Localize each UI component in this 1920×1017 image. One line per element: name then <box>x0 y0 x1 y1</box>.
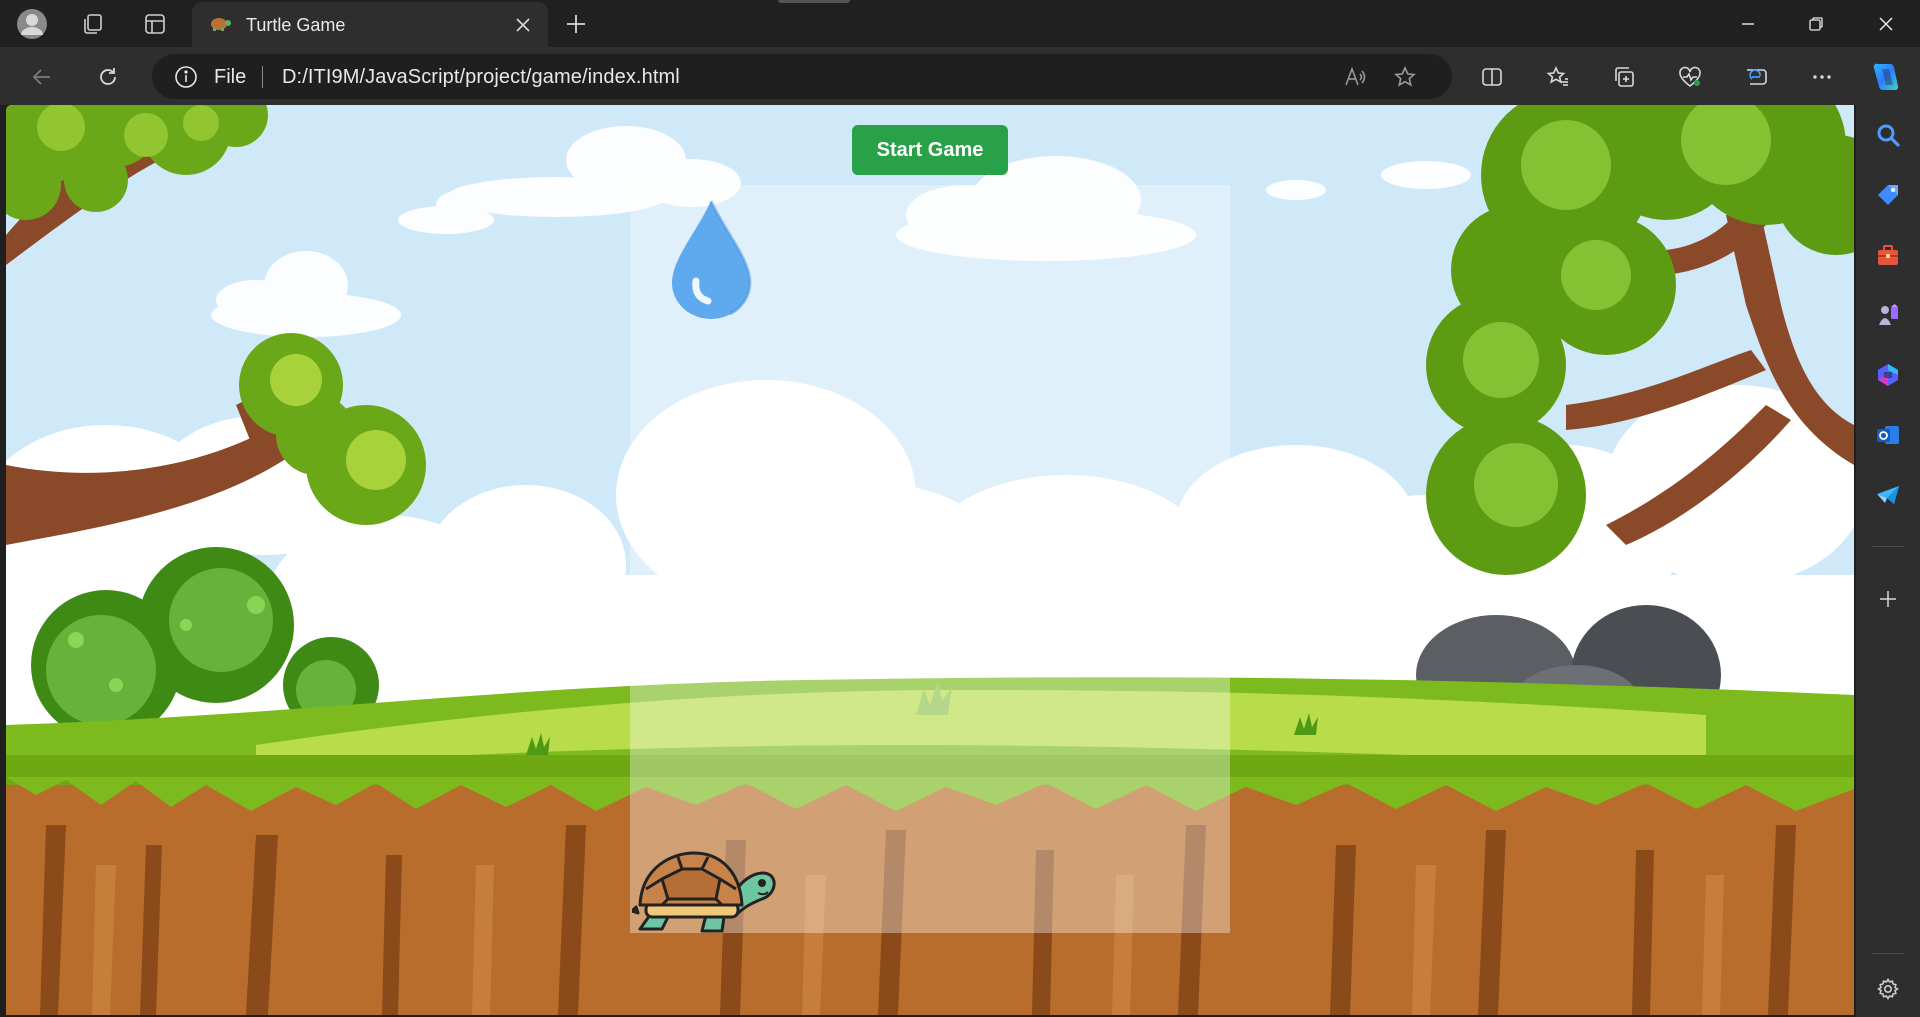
drag-handle[interactable] <box>778 0 850 3</box>
settings-icon[interactable] <box>1870 971 1906 1007</box>
address-separator <box>262 66 263 88</box>
new-tab-icon[interactable] <box>558 6 594 42</box>
browser-essentials-icon[interactable] <box>1670 57 1710 97</box>
tools-icon[interactable] <box>1870 237 1906 273</box>
performance-icon[interactable] <box>1736 57 1776 97</box>
sidebar-separator <box>1872 953 1904 954</box>
water-drop-icon <box>668 197 754 321</box>
telegram-icon[interactable] <box>1870 477 1906 513</box>
tab-turtle-game[interactable]: Turtle Game <box>192 2 548 47</box>
close-tab-icon[interactable] <box>508 10 538 40</box>
microsoft-365-icon[interactable] <box>1870 357 1906 393</box>
restore-icon[interactable] <box>1782 0 1850 47</box>
vertical-tabs-icon[interactable] <box>138 7 172 41</box>
favorite-star-icon[interactable] <box>1390 62 1420 92</box>
refresh-icon[interactable] <box>88 57 128 97</box>
page-viewport: Start Game <box>6 105 1854 1015</box>
tab-title: Turtle Game <box>246 15 346 35</box>
outlook-icon[interactable] <box>1870 417 1906 453</box>
title-bar: Turtle Game <box>0 0 1920 47</box>
split-screen-icon[interactable] <box>1472 57 1512 97</box>
more-icon[interactable] <box>1802 57 1842 97</box>
sidebar-separator <box>1872 546 1904 547</box>
game-area[interactable] <box>630 185 1230 933</box>
close-window-icon[interactable] <box>1852 0 1920 47</box>
profile-avatar-icon[interactable] <box>15 7 49 41</box>
browser-toolbar: File D:/ITI9M/JavaScript/project/game/in… <box>0 47 1920 105</box>
favorites-icon[interactable] <box>1538 57 1578 97</box>
url-scheme-label: File <box>214 66 247 88</box>
turtle-icon <box>630 849 778 935</box>
collections-icon[interactable] <box>1604 57 1644 97</box>
search-icon[interactable] <box>1870 117 1906 153</box>
collections-icon[interactable] <box>76 7 110 41</box>
minimize-icon[interactable] <box>1714 0 1782 47</box>
info-icon[interactable] <box>174 65 198 94</box>
copilot-icon[interactable] <box>1866 57 1906 97</box>
edge-sidebar <box>1856 105 1920 1017</box>
back-icon[interactable] <box>22 57 62 97</box>
read-aloud-icon[interactable] <box>1340 62 1370 92</box>
start-game-button[interactable]: Start Game <box>852 125 1008 175</box>
address-bar[interactable]: File D:/ITI9M/JavaScript/project/game/in… <box>152 54 1452 99</box>
add-icon[interactable] <box>1870 581 1906 617</box>
url-text[interactable]: D:/ITI9M/JavaScript/project/game/index.h… <box>282 66 680 89</box>
shopping-tag-icon[interactable] <box>1870 177 1906 213</box>
turtle-favicon-icon <box>208 15 232 33</box>
games-icon[interactable] <box>1870 297 1906 333</box>
